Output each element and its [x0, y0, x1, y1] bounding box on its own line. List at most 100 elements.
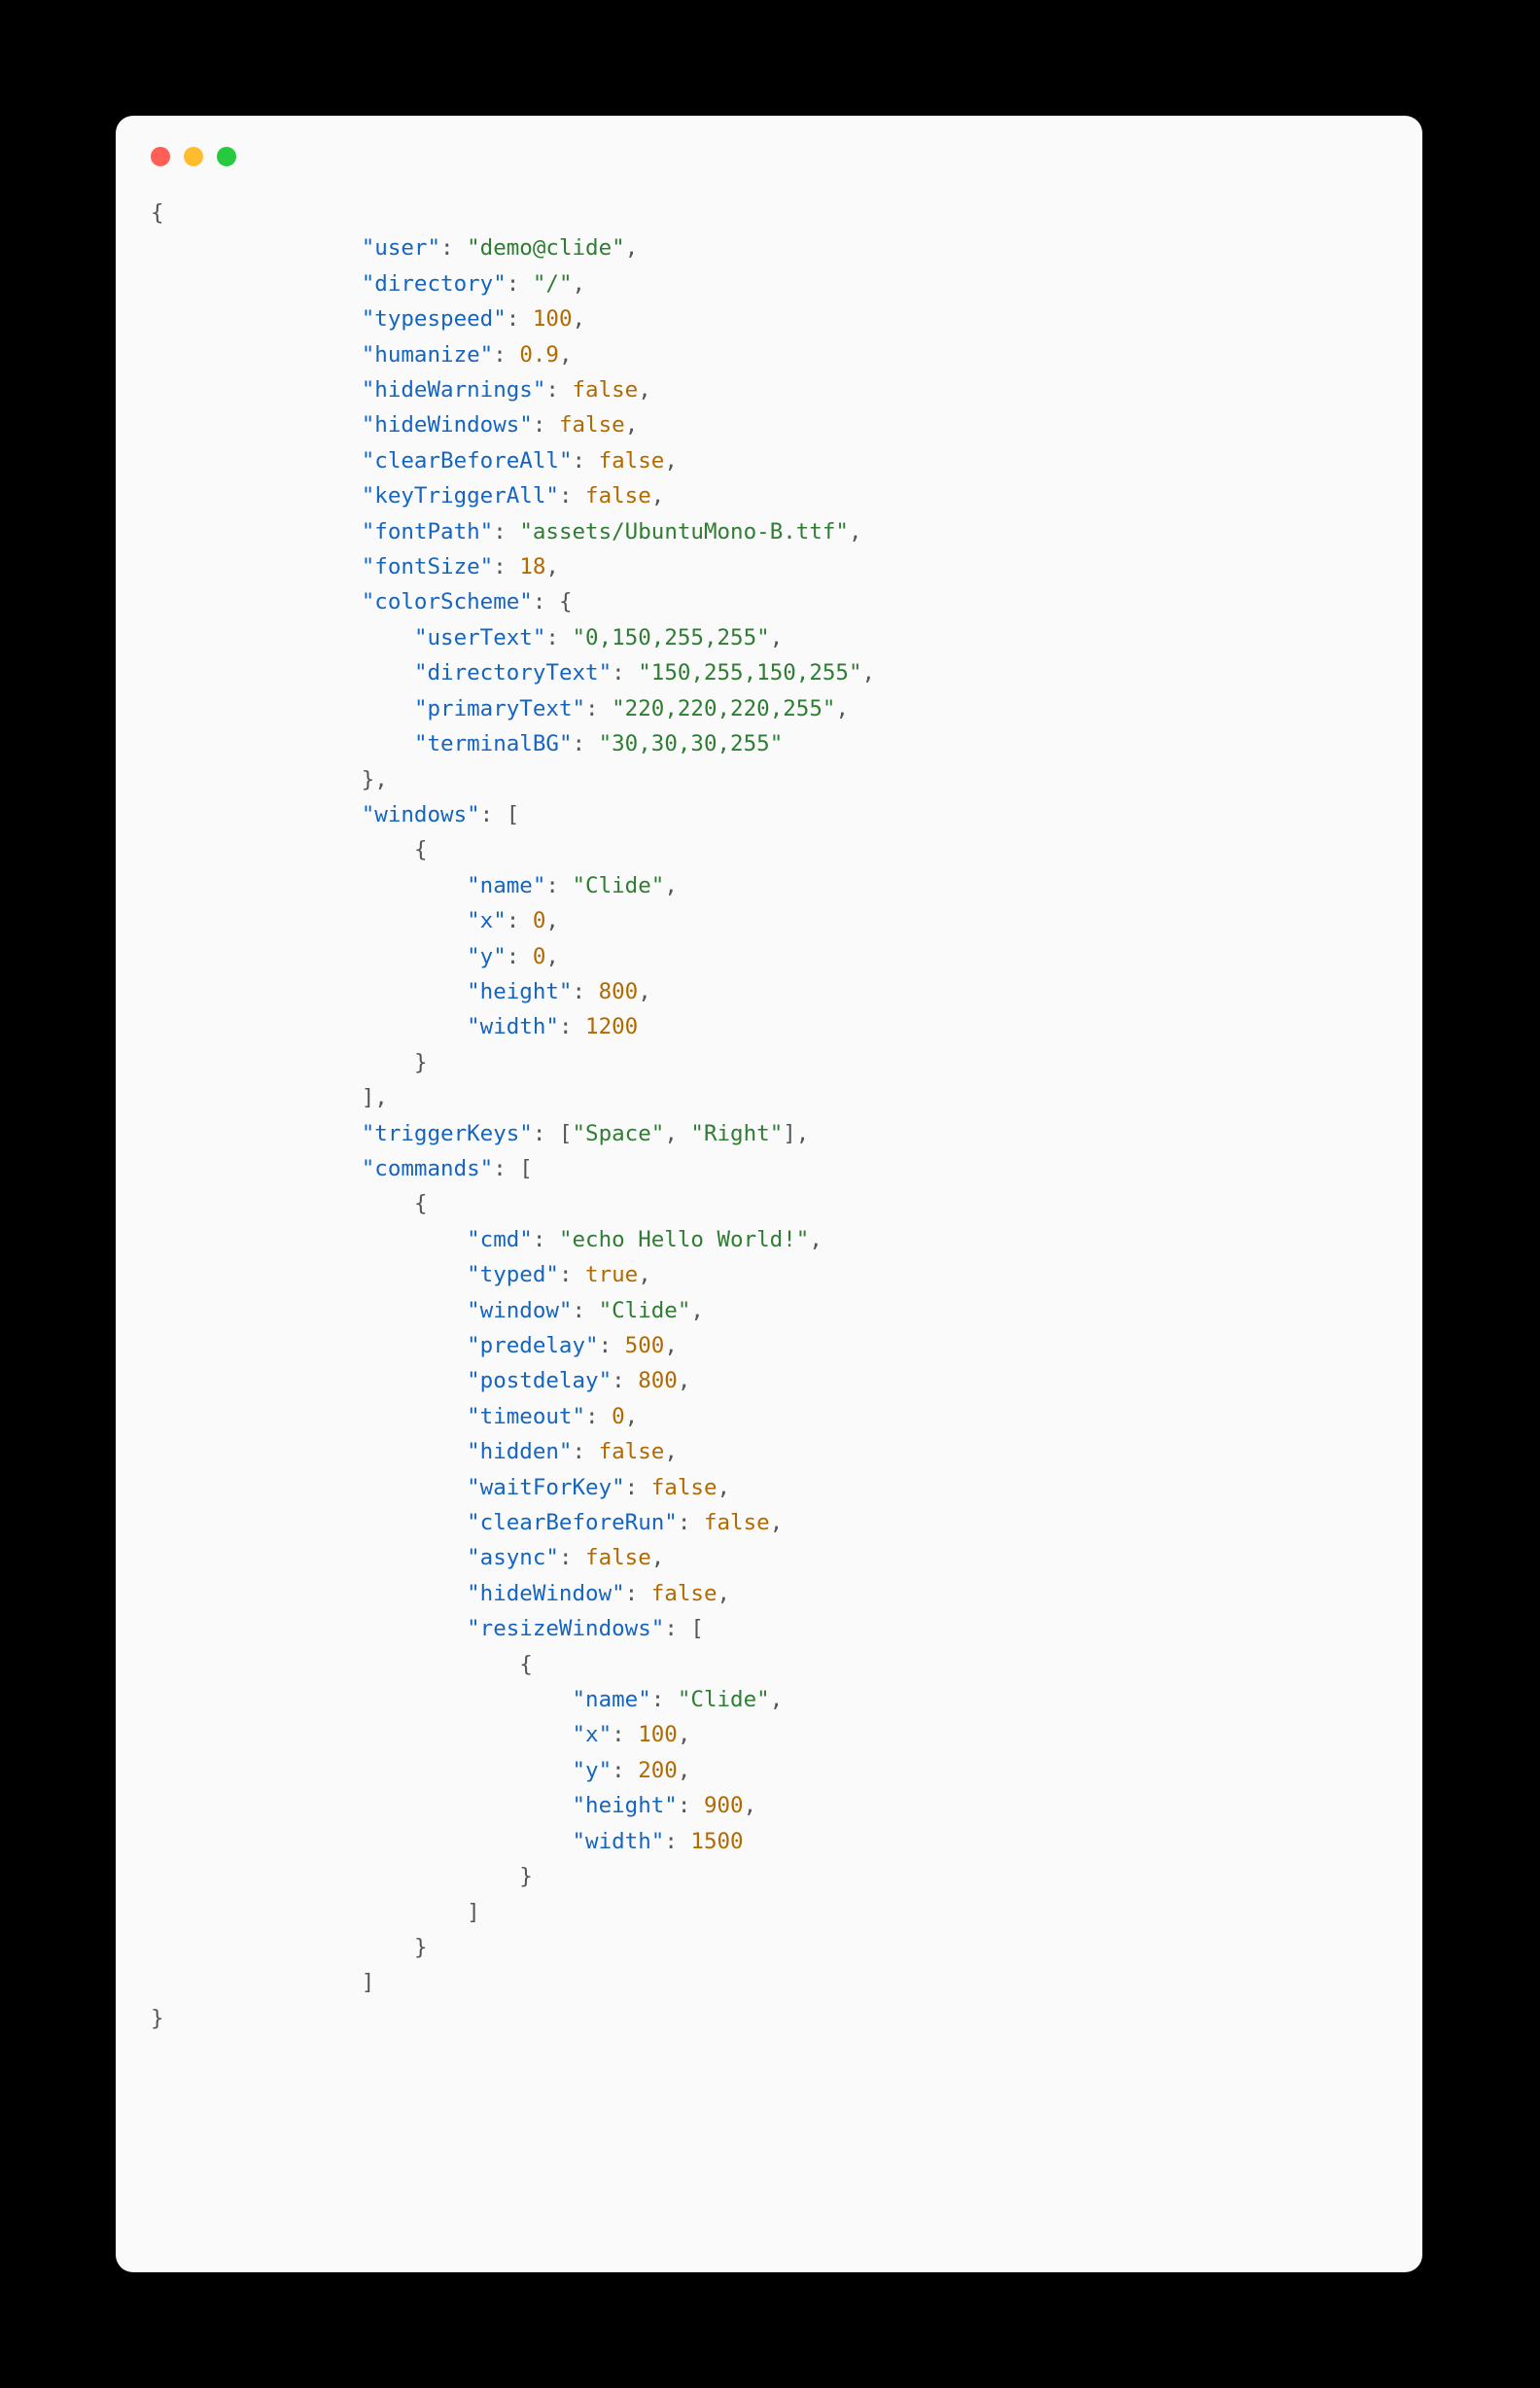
code-token-pun: {	[151, 200, 164, 226]
code-token-pun: ,	[849, 519, 862, 544]
code-token-bool: false	[599, 1439, 665, 1464]
code-token-pun: :	[507, 306, 533, 332]
code-token-key: "width"	[467, 1014, 559, 1039]
code-token-str: "150,255,150,255"	[638, 660, 861, 685]
code-token-pun: ,	[664, 1439, 678, 1464]
code-token-key: "predelay"	[467, 1333, 598, 1358]
code-token-pun: :	[545, 873, 572, 898]
code-token-num: 800	[599, 979, 639, 1004]
code-token-pun: :	[440, 235, 467, 261]
code-token-key: "window"	[467, 1298, 572, 1323]
code-token-key: "height"	[572, 1793, 677, 1818]
code-token-pun: ,	[545, 944, 559, 969]
code-token-pun: : [	[533, 1121, 573, 1146]
code-token-pun: :	[507, 271, 533, 297]
code-token-key: "x"	[572, 1722, 612, 1747]
code-token-pun: :	[559, 1545, 585, 1570]
code-token-pun: :	[559, 483, 585, 509]
code-token-key: "keyTriggerAll"	[362, 483, 559, 509]
code-token-key: "terminalBG"	[414, 731, 573, 756]
maximize-icon[interactable]	[217, 147, 236, 166]
code-token-pun: :	[545, 377, 572, 403]
code-token-pun: },	[362, 767, 388, 792]
code-token-pun: :	[612, 1722, 638, 1747]
code-token-str: "Right"	[690, 1121, 783, 1146]
code-token-pun: ,	[573, 271, 586, 297]
code-token-pun: : [	[480, 802, 520, 827]
code-token-pun: ,	[638, 979, 651, 1004]
code-token-key: "resizeWindows"	[467, 1616, 664, 1641]
code-token-str: "0,150,255,255"	[573, 625, 770, 650]
code-token-key: "clearBeforeRun"	[467, 1510, 678, 1535]
code-token-pun: ,	[559, 342, 573, 368]
code-token-pun: :	[585, 1404, 612, 1429]
code-token-num: 500	[625, 1333, 665, 1358]
code-token-bool: false	[599, 448, 665, 474]
code-token-str: "Clide"	[599, 1298, 691, 1323]
code-token-key: "cmd"	[467, 1227, 533, 1252]
code-token-str: "Space"	[573, 1121, 665, 1146]
code-token-key: "colorScheme"	[362, 589, 533, 615]
code-token-pun: }	[151, 2006, 164, 2031]
code-token-pun: :	[612, 660, 638, 685]
code-token-pun: :	[651, 1687, 678, 1712]
code-token-pun: ,	[625, 412, 639, 438]
code-token-num: 0.9	[519, 342, 559, 368]
code-token-pun: :	[572, 979, 598, 1004]
code-token-num: 800	[638, 1368, 678, 1393]
code-window: { "user": "demo@clide", "directory": "/"…	[116, 116, 1422, 2272]
code-token-num: 200	[638, 1758, 678, 1783]
code-token-pun: ,	[651, 483, 665, 509]
code-token-bool: false	[651, 1581, 718, 1606]
code-token-pun: ,	[678, 1368, 691, 1393]
code-token-num: 900	[704, 1793, 744, 1818]
code-token-key: "name"	[572, 1687, 650, 1712]
code-token-bool: false	[651, 1475, 718, 1500]
code-token-pun: {	[519, 1652, 533, 1677]
code-token-pun: ,	[744, 1793, 757, 1818]
code-token-pun: :	[559, 1262, 585, 1287]
code-token-key: "hideWindows"	[362, 412, 533, 438]
code-token-pun: ]	[467, 1900, 480, 1925]
code-token-pun: : {	[533, 589, 573, 615]
code-token-pun: : [	[664, 1616, 704, 1641]
code-token-num: 100	[533, 306, 573, 332]
code-token-pun: :	[572, 1439, 598, 1464]
code-token-pun: :	[573, 731, 599, 756]
code-token-pun: ,	[664, 873, 678, 898]
code-token-pun: ,	[678, 1758, 691, 1783]
code-token-pun: ,	[625, 235, 639, 261]
code-token-num: 100	[638, 1722, 678, 1747]
code-token-bool: false	[585, 1545, 651, 1570]
code-token-pun: :	[678, 1793, 704, 1818]
code-token-pun: ,	[664, 1333, 678, 1358]
code-token-key: "y"	[572, 1758, 612, 1783]
code-token-key: "timeout"	[467, 1404, 585, 1429]
code-token-str: "assets/UbuntuMono-B.ttf"	[519, 519, 849, 544]
code-token-str: "echo Hello World!"	[559, 1227, 809, 1252]
code-token-pun: ,	[573, 306, 586, 332]
code-token-key: "height"	[467, 979, 572, 1004]
code-token-key: "hideWarnings"	[362, 377, 546, 403]
code-token-pun: :	[533, 412, 559, 438]
code-token-str: "220,220,220,255"	[612, 696, 835, 721]
minimize-icon[interactable]	[184, 147, 203, 166]
code-token-key: "userText"	[414, 625, 545, 650]
code-token-key: "fontSize"	[362, 554, 493, 579]
code-token-key: "name"	[467, 873, 545, 898]
code-token-key: "async"	[467, 1545, 559, 1570]
code-token-pun: ,	[809, 1227, 822, 1252]
code-token-pun: ]	[362, 1970, 375, 1995]
code-token-pun: {	[414, 1191, 428, 1216]
code-token-key: "postdelay"	[467, 1368, 612, 1393]
code-token-pun: :	[612, 1368, 638, 1393]
code-token-key: "humanize"	[362, 342, 493, 368]
code-token-pun: : [	[493, 1156, 533, 1181]
code-token-pun: :	[585, 696, 612, 721]
code-token-pun: :	[573, 448, 599, 474]
code-token-bool: false	[559, 412, 625, 438]
code-token-pun: {	[414, 837, 428, 862]
code-token-num: 0	[533, 908, 546, 933]
close-icon[interactable]	[151, 147, 170, 166]
code-token-str: "30,30,30,255"	[599, 731, 784, 756]
